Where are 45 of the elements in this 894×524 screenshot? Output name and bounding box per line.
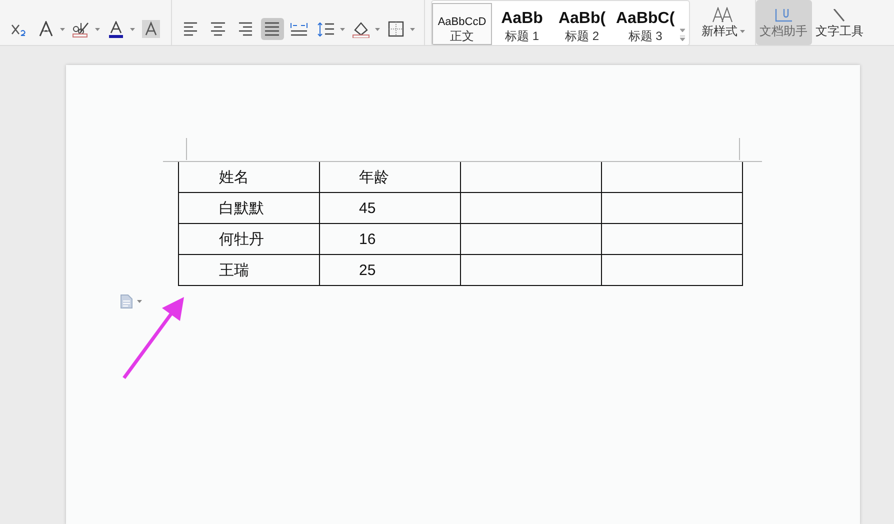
style-preview-text: AaBb( [558,10,606,28]
dropdown-caret-icon [95,28,100,30]
table-cell: 16 [320,224,460,254]
justify-icon [264,22,280,36]
dropdown-caret-icon [60,28,65,30]
table-cell: 年龄 [320,162,460,192]
document-assistant-button[interactable]: 文档助手 [756,0,812,45]
style-name: 标题 3 [628,28,662,44]
letters-icon [712,7,734,23]
justify-button[interactable] [261,18,284,40]
align-center-icon [210,22,226,36]
dropdown-caret-icon[interactable] [137,300,142,303]
table-cell: 王瑞 [178,254,320,286]
paint-bucket-icon [352,20,370,38]
style-name: 正文 [450,28,474,44]
dropdown-caret-icon [410,28,415,30]
text-tools-button[interactable]: 文字工具 [812,0,868,45]
dropdown-caret-icon [340,28,345,30]
table-cell: 何牡丹 [178,224,320,254]
character-shading-button[interactable] [140,18,163,40]
style-option[interactable]: AaBb( 标题 2 [552,3,612,45]
style-preview-text: AaBb [501,10,543,28]
style-name: 标题 1 [504,28,539,44]
font-color-icon [109,20,123,38]
align-left-icon [183,22,199,36]
style-name: 标题 2 [564,28,599,44]
table-cell: 姓名 [178,162,320,192]
dropdown-caret-icon [130,28,135,30]
gallery-scroll-icon[interactable] [678,27,686,41]
text-effect-icon [38,21,54,37]
style-option[interactable]: AaBbC( 标题 3 [612,3,679,45]
style-preview-text: AaBbCcD [438,16,486,28]
align-right-icon [237,22,253,36]
dropdown-caret-icon [375,28,380,30]
style-option[interactable]: AaBbCcD 正文 [432,3,492,45]
line-spacing-icon [317,22,335,36]
table-cell: 白默默 [178,192,320,224]
table-cell: 45 [320,192,460,224]
style-option[interactable]: AaBb 标题 1 [492,3,552,45]
distributed-align-icon [290,22,308,36]
style-preview-text: AaBbC( [616,10,675,28]
borders-icon [388,21,404,37]
dropdown-caret-icon[interactable] [740,30,745,33]
character-shading-icon [142,20,160,38]
table-cell: 25 [320,254,460,286]
